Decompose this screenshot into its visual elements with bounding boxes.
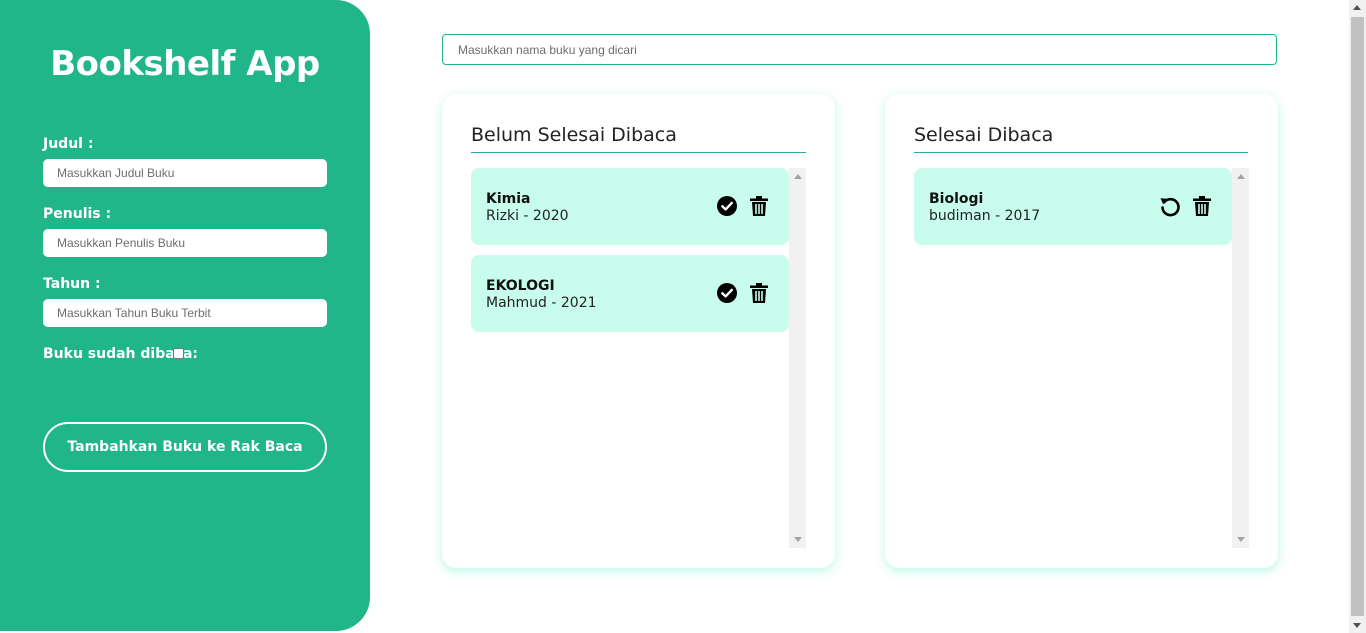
- scroll-down-arrow-icon[interactable]: [794, 537, 802, 542]
- book-card: Biologi budiman - 2017: [914, 168, 1232, 245]
- scroll-up-arrow-icon[interactable]: [794, 174, 802, 179]
- list-scrollbar[interactable]: [1232, 168, 1249, 548]
- trash-icon[interactable]: [748, 195, 770, 217]
- app-title: Bookshelf App: [50, 44, 320, 84]
- tahun-label: Tahun :: [43, 276, 101, 292]
- book-title: Kimia: [486, 191, 531, 207]
- book-author-year: Rizki - 2020: [486, 208, 569, 224]
- check-circle-icon[interactable]: [716, 195, 738, 217]
- page-scrollbar[interactable]: [1349, 0, 1366, 633]
- sidebar: Bookshelf App Judul : Penulis : Tahun : …: [0, 0, 370, 631]
- scroll-up-arrow-icon[interactable]: [1353, 5, 1361, 10]
- read-shelf-title: Selesai Dibaca: [914, 124, 1054, 146]
- search-input[interactable]: [442, 34, 1277, 65]
- book-author-year: budiman - 2017: [929, 208, 1041, 224]
- judul-label: Judul :: [43, 136, 94, 152]
- read-book-list: Biologi budiman - 2017: [914, 168, 1249, 548]
- scroll-up-arrow-icon[interactable]: [1237, 174, 1245, 179]
- book-author-year: Mahmud - 2021: [486, 295, 597, 311]
- unread-book-list: Kimia Rizki - 2020 EKOLOGI Mahmud - 2021: [471, 168, 806, 548]
- book-title: Biologi: [929, 191, 984, 207]
- unread-shelf-title: Belum Selesai Dibaca: [471, 124, 677, 146]
- divider: [914, 152, 1248, 153]
- tahun-input[interactable]: [43, 299, 327, 327]
- read-checkbox[interactable]: [173, 348, 184, 359]
- trash-icon[interactable]: [1191, 195, 1213, 217]
- add-book-button[interactable]: Tambahkan Buku ke Rak Baca: [43, 422, 327, 472]
- undo-icon[interactable]: [1159, 195, 1181, 217]
- book-card: EKOLOGI Mahmud - 2021: [471, 255, 789, 332]
- unread-shelf: Belum Selesai Dibaca Kimia Rizki - 2020 …: [442, 94, 835, 568]
- penulis-input[interactable]: [43, 229, 327, 257]
- book-title: EKOLOGI: [486, 278, 555, 294]
- scrollbar-thumb[interactable]: [1351, 17, 1364, 616]
- list-scrollbar[interactable]: [789, 168, 806, 548]
- judul-input[interactable]: [43, 159, 327, 187]
- scroll-down-arrow-icon[interactable]: [1353, 623, 1361, 628]
- penulis-label: Penulis :: [43, 206, 112, 222]
- check-circle-icon[interactable]: [716, 282, 738, 304]
- scroll-down-arrow-icon[interactable]: [1237, 537, 1245, 542]
- read-shelf: Selesai Dibaca Biologi budiman - 2017: [885, 94, 1278, 568]
- divider: [471, 152, 806, 153]
- trash-icon[interactable]: [748, 282, 770, 304]
- book-card: Kimia Rizki - 2020: [471, 168, 789, 245]
